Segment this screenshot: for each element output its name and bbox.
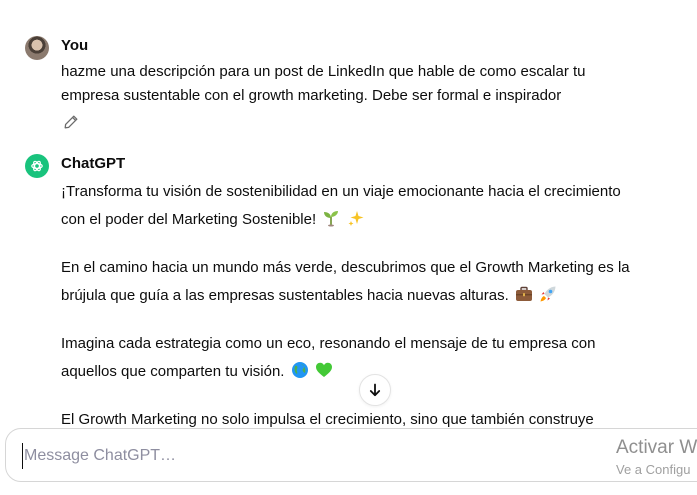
assistant-author-name: ChatGPT [61, 155, 126, 172]
paragraph-line: con el poder del Marketing Sostenible! [61, 211, 317, 228]
user-message-line: empresa sustentable con el growth market… [61, 87, 562, 104]
edit-message-button[interactable] [63, 114, 79, 130]
paragraph-line: brújula que guía a las empresas sustenta… [61, 287, 509, 304]
message-paragraph: ¡Transforma tu visión de sostenibilidad … [61, 178, 697, 234]
message-composer [5, 428, 697, 482]
paragraph-line: Imagina cada estrategia como un eco, res… [61, 335, 596, 352]
user-message-line: hazme una descripción para un post de Li… [61, 63, 586, 80]
activation-watermark-title: Activar W [616, 437, 697, 458]
user-message-text: hazme una descripción para un post de Li… [61, 60, 661, 108]
message-input[interactable] [22, 443, 586, 469]
paragraph-line: aquellos que comparten tu visión. [61, 363, 285, 380]
globe-icon [291, 362, 308, 378]
briefcase-icon [515, 286, 532, 301]
green-heart-icon [315, 362, 332, 377]
paragraph-line: El Growth Marketing no solo impulsa el c… [61, 411, 594, 428]
pencil-icon [64, 115, 78, 129]
chatgpt-logo-icon [25, 154, 49, 178]
activation-watermark-subtitle: Ve a Configu [616, 462, 691, 477]
paragraph-line: En el camino hacia un mundo más verde, d… [61, 259, 630, 276]
seedling-icon [324, 211, 339, 227]
scroll-to-bottom-button[interactable] [359, 374, 391, 406]
message-paragraph: En el camino hacia un mundo más verde, d… [61, 254, 697, 310]
sparkles-icon [348, 211, 363, 226]
chat-page: You hazme una descripción para un post d… [0, 0, 697, 495]
user-author-name: You [61, 37, 89, 54]
avatar [25, 36, 49, 60]
paragraph-line: ¡Transforma tu visión de sostenibilidad … [61, 183, 621, 200]
rocket-icon [540, 286, 556, 302]
arrow-down-icon [369, 383, 381, 397]
assistant-message-text: ¡Transforma tu visión de sostenibilidad … [61, 178, 697, 454]
